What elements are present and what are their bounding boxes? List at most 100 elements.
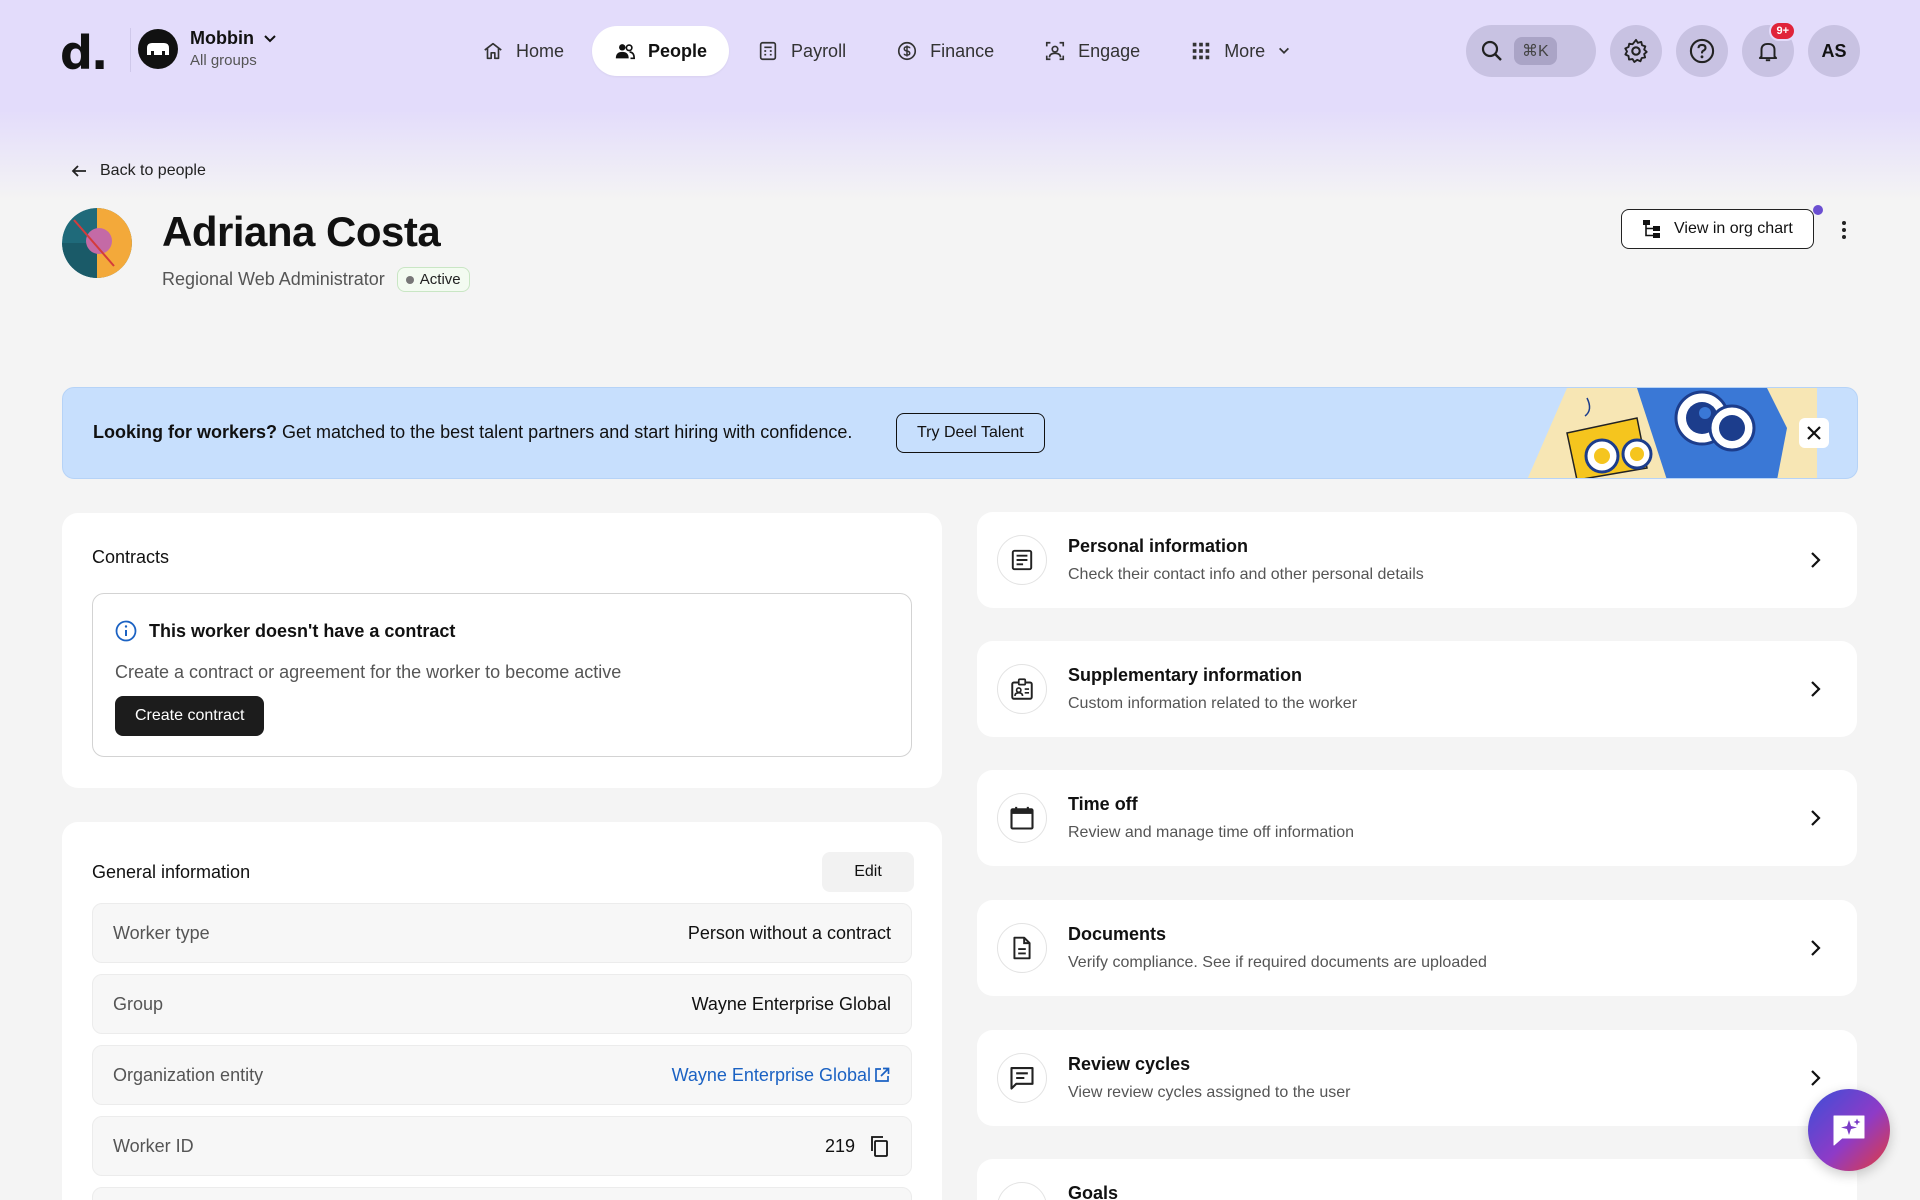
organization-entity-link[interactable]: Wayne Enterprise Global (672, 1065, 891, 1086)
nav-finance-label: Finance (930, 40, 995, 61)
logo-divider (130, 28, 131, 72)
section-time-off[interactable]: Time off Review and manage time off info… (977, 770, 1857, 866)
settings-button[interactable] (1610, 25, 1662, 77)
search-button[interactable]: ⌘K (1466, 25, 1596, 77)
section-icon-wrap (997, 793, 1047, 843)
close-banner-button[interactable] (1799, 418, 1829, 448)
top-tools: ⌘K 9+ AS (1466, 21, 1860, 77)
org-switcher[interactable]: Mobbin All groups (138, 28, 278, 69)
chevron-down-icon (1279, 47, 1290, 54)
id-badge-icon (1011, 678, 1033, 700)
search-shortcut: ⌘K (1514, 37, 1557, 65)
nav-engage[interactable]: Engage (1022, 26, 1162, 76)
org-chart-label: View in org chart (1674, 220, 1793, 237)
worker-id-text: 219 (824, 1135, 855, 1156)
nav-people[interactable]: People (592, 26, 730, 76)
no-contract-description: Create a contract or agreement for the w… (115, 662, 622, 682)
search-icon (1481, 40, 1502, 61)
chevron-right-icon (1811, 940, 1821, 956)
org-logo-icon (147, 42, 169, 55)
document-lines-icon (1011, 549, 1033, 571)
section-personal-information[interactable]: Personal information Check their contact… (977, 512, 1857, 608)
section-title: Time off (1068, 794, 1138, 814)
notifications-button[interactable]: 9+ (1742, 21, 1796, 77)
nav-engage-label: Engage (1078, 40, 1141, 61)
section-review-cycles[interactable]: Review cycles View review cycles assigne… (977, 1030, 1857, 1126)
home-icon (484, 42, 502, 60)
copy-icon[interactable] (867, 1134, 891, 1158)
user-avatar[interactable]: AS (1808, 25, 1860, 77)
help-button[interactable] (1676, 25, 1728, 77)
section-icon-wrap (997, 535, 1047, 585)
external-link-icon (875, 1067, 890, 1082)
info-label: Group (113, 993, 164, 1014)
nav-people-label: People (648, 40, 708, 61)
contracts-title: Contracts (92, 547, 170, 567)
edit-general-info-button[interactable]: Edit (822, 852, 914, 892)
main-nav: Home People Payroll Finance Engage More (460, 26, 1313, 76)
section-subtitle: Check their contact info and other perso… (1068, 566, 1424, 583)
nav-more-label: More (1224, 40, 1266, 61)
create-contract-button[interactable]: Create contract (115, 696, 265, 736)
deel-logo[interactable]: d. (60, 26, 108, 80)
info-value: Wayne Enterprise Global (691, 993, 891, 1014)
nav-payroll-label: Payroll (791, 40, 847, 61)
close-icon (1807, 426, 1821, 440)
info-label: Worker type (113, 922, 210, 943)
status-label: Active (419, 271, 461, 288)
general-information-title: General information (92, 862, 251, 882)
view-org-chart-button[interactable]: View in org chart (1621, 209, 1814, 249)
employee-role: Regional Web Administrator (162, 269, 385, 289)
nav-finance[interactable]: Finance (874, 26, 1016, 76)
ai-assistant-button[interactable] (1808, 1089, 1890, 1171)
file-icon (1013, 936, 1031, 960)
chat-bubble-icon (1010, 1067, 1034, 1090)
employee-subtitle: Regional Web Administrator Active (162, 267, 470, 292)
org-chart-icon (1643, 220, 1660, 238)
people-icon (615, 44, 636, 60)
section-title: Supplementary information (1068, 665, 1303, 685)
info-row-next (92, 1187, 912, 1200)
chevron-right-icon (1811, 810, 1821, 826)
chevron-right-icon (1811, 681, 1821, 697)
dollar-icon (898, 41, 917, 61)
org-avatar (138, 28, 178, 69)
top-navigation: d. Mobbin All groups Home People Payroll (0, 0, 1920, 100)
no-contract-title: This worker doesn't have a contract (149, 620, 456, 641)
info-value: Person without a contract (687, 922, 891, 943)
section-supplementary-information[interactable]: Supplementary information Custom informa… (977, 641, 1857, 737)
status-badge: Active (396, 267, 470, 292)
notification-count-badge: 9+ (1769, 21, 1796, 41)
nav-more[interactable]: More (1168, 26, 1313, 76)
org-chart-indicator-dot (1813, 205, 1823, 215)
employee-name: Adriana Costa (162, 208, 441, 255)
chevron-down-icon (264, 34, 276, 42)
goals-icon (1009, 1194, 1035, 1200)
general-information-card: General information Edit Worker type Per… (62, 822, 942, 1200)
info-row-worker-id: Worker ID 219 (92, 1116, 912, 1176)
contracts-card: Contracts This worker doesn't have a con… (62, 513, 942, 788)
section-icon-wrap (997, 664, 1047, 714)
section-icon-wrap (997, 1053, 1047, 1103)
section-goals[interactable]: Goals (977, 1159, 1857, 1200)
chevron-right-icon (1811, 1070, 1821, 1086)
more-options-button[interactable] (1836, 215, 1852, 245)
arrow-left-icon (71, 165, 86, 177)
section-subtitle: Custom information related to the worker (1068, 695, 1358, 712)
info-label: Organization entity (113, 1064, 264, 1085)
banner-text: Looking for workers? Get matched to the … (93, 422, 852, 443)
section-subtitle: Review and manage time off information (1068, 824, 1355, 841)
status-dot (405, 275, 414, 284)
info-row-group: Group Wayne Enterprise Global (92, 974, 912, 1034)
back-to-people-link[interactable]: Back to people (70, 162, 206, 180)
section-documents[interactable]: Documents Verify compliance. See if requ… (977, 900, 1857, 996)
org-subtitle: All groups (190, 52, 257, 69)
profile-avatar (62, 208, 132, 278)
nav-payroll[interactable]: Payroll (735, 26, 868, 76)
bell-icon (1758, 42, 1778, 62)
gear-icon (1624, 38, 1648, 63)
banner-body-text: Get matched to the best talent partners … (277, 422, 853, 442)
nav-home[interactable]: Home (460, 26, 586, 76)
try-deel-talent-button[interactable]: Try Deel Talent (896, 413, 1045, 453)
profile-avatar-image (62, 208, 132, 278)
